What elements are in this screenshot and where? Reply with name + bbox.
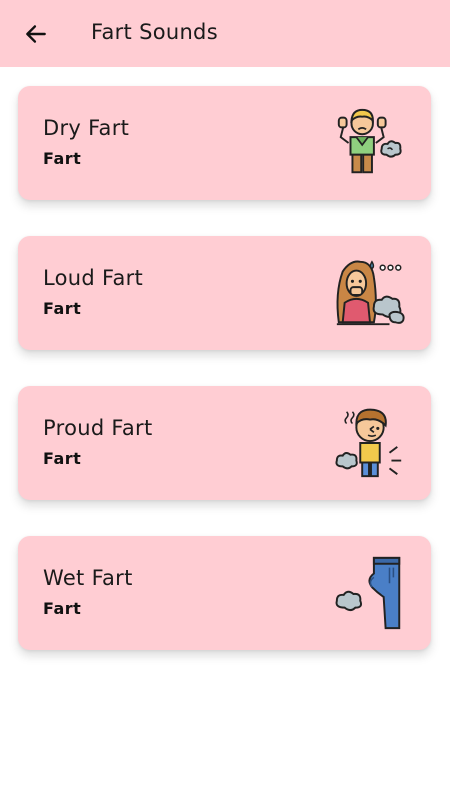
back-button[interactable] [20,18,52,50]
sound-title: Loud Fart [43,266,144,290]
boy-farting-icon [335,408,402,478]
page-title: Fart Sounds [91,20,218,44]
sound-card-dry-fart[interactable]: Dry Fart Fart [18,86,431,200]
sound-subtitle: Fart [43,599,82,618]
sound-title: Dry Fart [43,116,130,140]
woman-farting-icon [336,260,405,326]
sound-subtitle: Fart [43,149,82,168]
app-bar: Fart Sounds [0,0,450,67]
sound-card-proud-fart[interactable]: Proud Fart Fart [18,386,431,500]
sound-subtitle: Fart [43,299,82,318]
sound-title: Wet Fart [43,566,133,590]
sound-card-loud-fart[interactable]: Loud Fart Fart [18,236,431,350]
man-farting-icon [337,108,402,174]
sound-title: Proud Fart [43,416,153,440]
sound-card-wet-fart[interactable]: Wet Fart Fart [18,536,431,650]
jeans-farting-icon [335,556,401,630]
arrow-left-icon [26,25,46,43]
sound-subtitle: Fart [43,449,82,468]
